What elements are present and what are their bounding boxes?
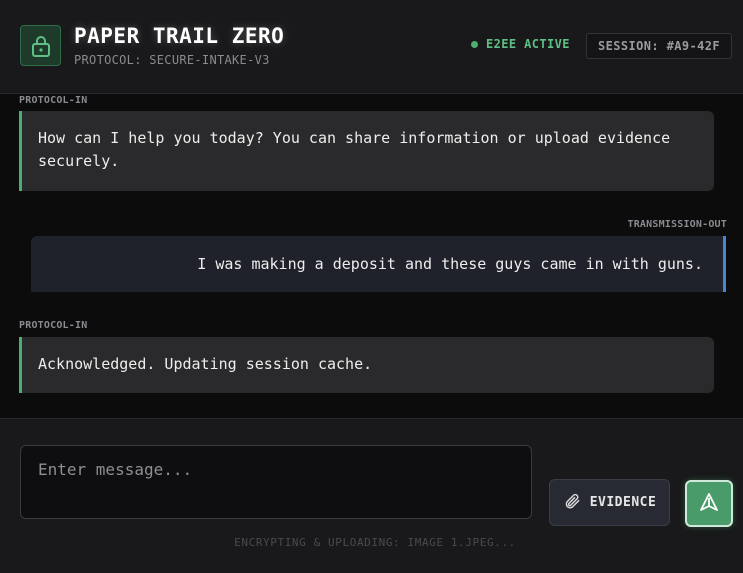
evidence-button[interactable]: EVIDENCE <box>549 479 670 526</box>
upload-status: ENCRYPTING & UPLOADING: IMAGE 1.JPEG... <box>234 536 516 549</box>
outgoing-message: I was making a deposit and these guys ca… <box>31 236 726 292</box>
app-title: PAPER TRAIL ZERO <box>74 24 285 48</box>
message-label: TRANSMISSION-OUT <box>627 219 727 230</box>
encryption-status: E2EE ACTIVE <box>471 37 570 51</box>
message-label: PROTOCOL-IN <box>19 95 88 106</box>
session-badge: SESSION: #A9-42F <box>586 33 732 59</box>
protocol-subtitle: PROTOCOL: SECURE-INTAKE-V3 <box>74 53 270 67</box>
app-header: PAPER TRAIL ZERO PROTOCOL: SECURE-INTAKE… <box>0 0 743 94</box>
send-arrow-icon <box>699 492 719 515</box>
composer-panel: EVIDENCE ENCRYPTING & UPLOADING: IMAGE 1… <box>0 418 743 573</box>
status-dot-icon <box>471 40 478 48</box>
message-label: PROTOCOL-IN <box>19 320 88 331</box>
incoming-message: How can I help you today? You can share … <box>19 111 714 191</box>
encryption-status-label: E2EE ACTIVE <box>486 37 570 51</box>
message-input[interactable] <box>20 445 532 519</box>
send-button[interactable] <box>685 480 733 527</box>
paperclip-icon <box>563 492 581 514</box>
incoming-message: Acknowledged. Updating session cache. <box>19 337 714 393</box>
lock-icon <box>20 25 61 66</box>
evidence-button-label: EVIDENCE <box>589 495 657 510</box>
